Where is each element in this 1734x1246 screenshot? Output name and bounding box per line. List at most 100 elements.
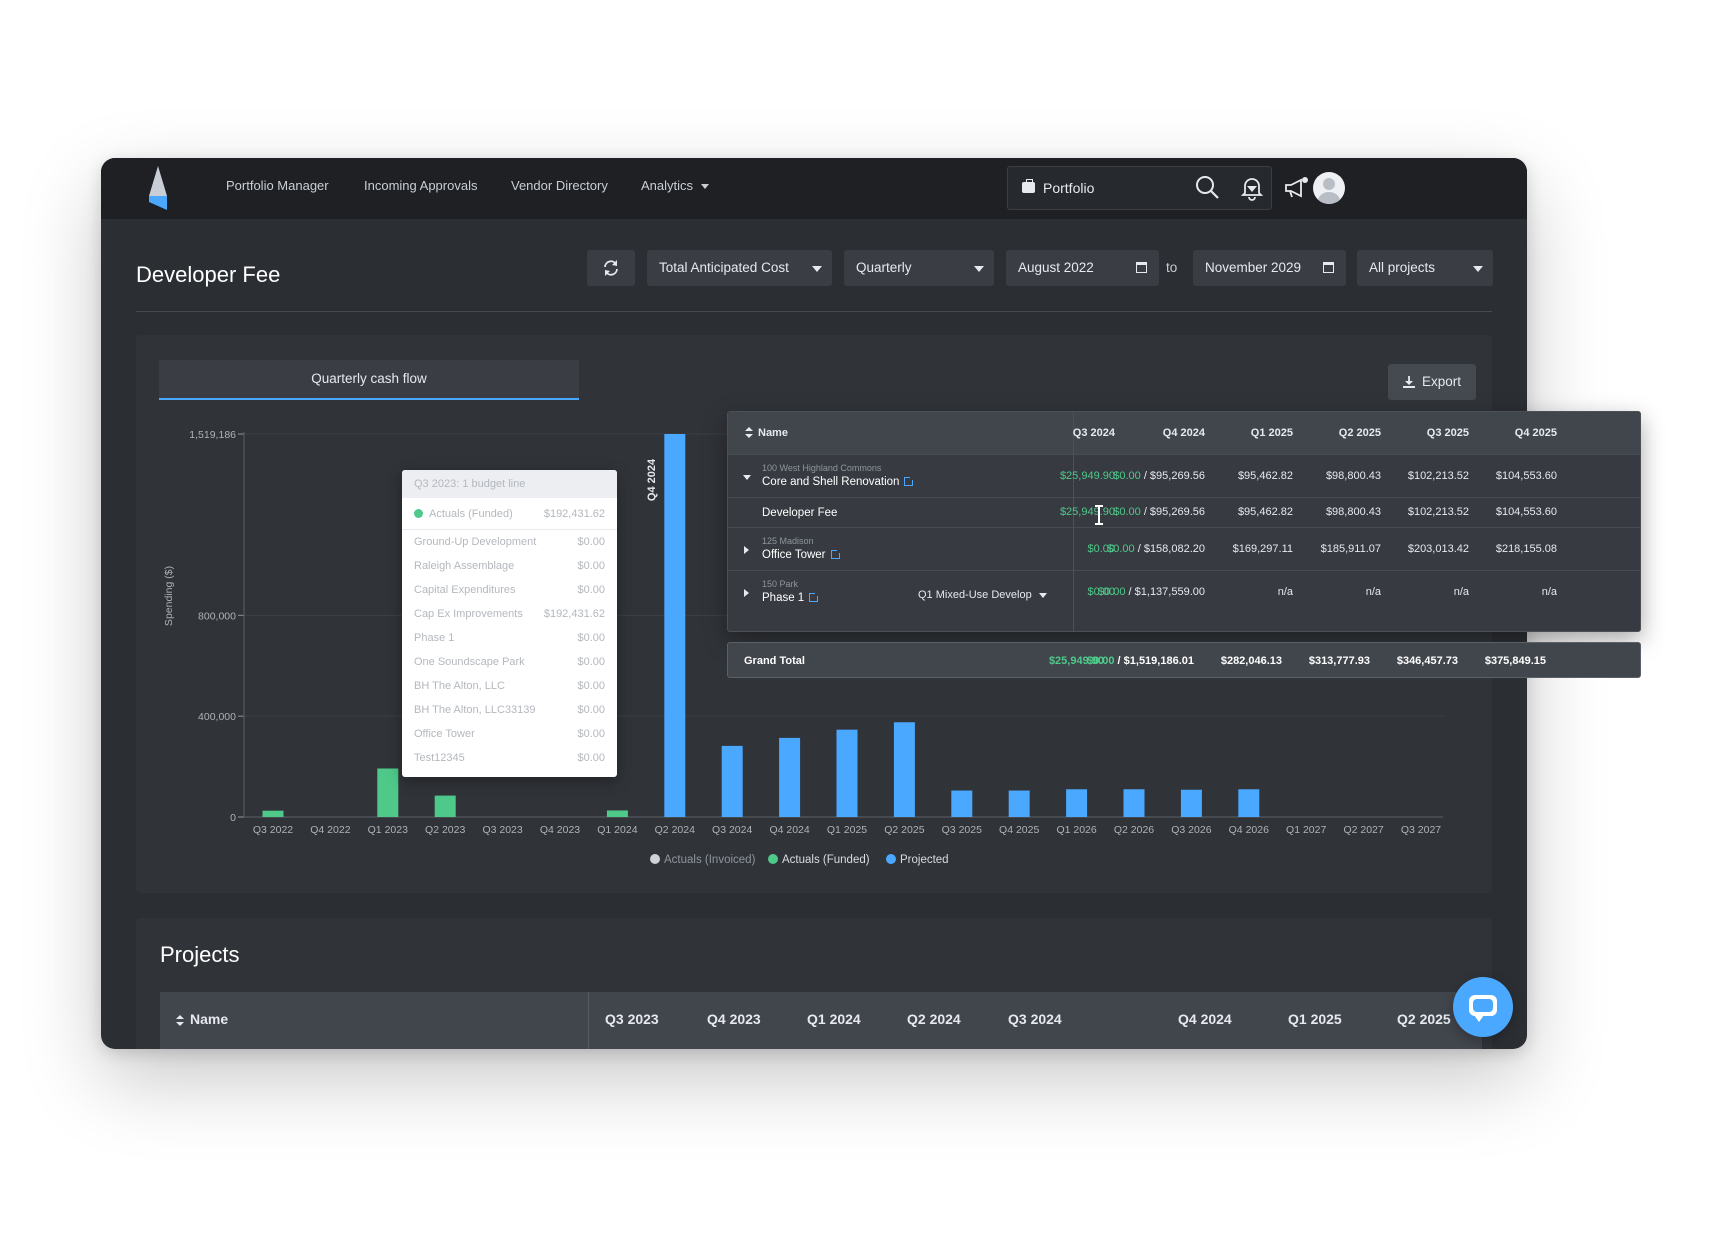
legend-dot-icon [886, 854, 896, 864]
bar-funded [606, 810, 628, 817]
tooltip-row-value: $0.00 [577, 560, 605, 572]
x-tick-label: Q3 2025 [942, 824, 982, 836]
tooltip-row-label: BH The Alton, LLC33139 [414, 704, 536, 716]
external-link-icon[interactable] [809, 592, 820, 602]
collapse-icon[interactable] [743, 474, 751, 480]
table-cell: n/a [1453, 586, 1469, 598]
table-row[interactable]: 125 Madison Office Tower $0.00 $0.00 / $158… [728, 527, 1640, 570]
cell-projected: / $95,269.56 [1140, 506, 1205, 518]
col-header[interactable]: Q1 2025 [1251, 412, 1293, 454]
x-tick-label: Q4 2025 [999, 824, 1039, 836]
tooltip-row: One Soundscape Park $0.00 [402, 650, 617, 674]
external-link-icon[interactable] [904, 476, 915, 486]
tooltip-row-label: Ground-Up Development [414, 536, 537, 548]
grand-total-q4-2025: $375,849.15 [1484, 655, 1546, 667]
legend-label: Actuals (Invoiced) [664, 854, 756, 866]
x-tick-label: Q1 2023 [368, 824, 408, 836]
expand-icon[interactable] [744, 545, 749, 554]
x-tick-label: Q4 2023 [540, 824, 580, 836]
sort-icon[interactable] [745, 427, 753, 438]
bar-highlight-label: Q4 2024 [646, 458, 658, 501]
table-cell: $0.00 / $1,137,559.00 [1098, 586, 1205, 598]
x-tick-label: Q4 2026 [1229, 824, 1269, 836]
bar-projected [836, 729, 858, 817]
col-header[interactable]: Q3 2024 [1073, 412, 1115, 454]
bar-projected [1180, 789, 1202, 817]
table-cell: $218,155.08 [1495, 542, 1557, 555]
col-header[interactable]: Q2 2025 [1339, 412, 1381, 454]
y-tick-label: 400,000 [198, 711, 236, 723]
x-tick-label: Q1 2027 [1286, 824, 1326, 836]
expand-icon[interactable] [744, 589, 749, 597]
export-button[interactable]: Export [1388, 364, 1476, 400]
row-name: Phase 1 [762, 592, 820, 604]
table-row[interactable]: Developer Fee $25,949.90 $0.00 / $95,269.5… [728, 497, 1640, 527]
bar-funded [262, 810, 284, 817]
row-subtitle: 125 Madison [762, 536, 814, 546]
tooltip-row-value: $0.00 [577, 728, 605, 740]
row-subtitle: 150 Park [762, 579, 799, 589]
table-cell: $102,213.52 [1407, 506, 1469, 518]
grand-total-row: Grand Total $25,949.90 $0.00 / $1,519,18… [727, 642, 1641, 678]
tooltip-row: BH The Alton, LLC33139 $0.00 [402, 698, 617, 722]
col-header[interactable]: Q4 2024 [1163, 412, 1205, 454]
funded-dot-icon [414, 509, 423, 518]
tooltip-row: Office Tower $0.00 [402, 722, 617, 746]
bar-funded [434, 795, 456, 817]
tooltip-row: Cap Ex Improvements $192,431.62 [402, 602, 617, 626]
budget-line-select[interactable]: Q1 Mixed-Use Develop [918, 589, 1047, 601]
table-cell: $98,800.43 [1325, 469, 1381, 482]
cell-funded: $0.00 [1113, 506, 1141, 518]
x-tick-label: Q3 2027 [1401, 824, 1441, 836]
table-cell: n/a [1365, 586, 1381, 598]
table-cell: $98,800.43 [1325, 506, 1381, 518]
table-cell: n/a [1541, 586, 1557, 598]
row-name: Developer Fee [762, 507, 837, 519]
tooltip-row: Capital Expenditures $0.00 [402, 578, 617, 602]
table-cell: $95,462.82 [1237, 469, 1293, 482]
grand-total-q3-2025: $346,457.73 [1396, 655, 1458, 667]
external-link-icon[interactable] [830, 549, 841, 559]
bar-projected [1066, 789, 1088, 817]
table-cell: $25,949.90 [1059, 506, 1115, 518]
y-axis-label: Spending ($) [163, 566, 175, 626]
tooltip-row: Ground-Up Development $0.00 [402, 530, 617, 554]
x-tick-label: Q4 2024 [769, 824, 809, 836]
table-row[interactable]: 150 Park Phase 1 Q1 Mixed-Use Develop $0.00… [728, 570, 1640, 614]
legend-label: Actuals (Funded) [782, 854, 870, 866]
table-cell: $169,297.11 [1232, 542, 1293, 555]
col-header[interactable]: Q4 2025 [1515, 412, 1557, 454]
cell-projected: / $95,269.56 [1140, 469, 1205, 482]
grand-total-q4-funded: $0.00 [1086, 655, 1115, 667]
tooltip-row-label: Phase 1 [414, 632, 455, 644]
table-cell: $0.00 / $95,269.56 [1113, 470, 1205, 482]
chat-button[interactable] [1453, 977, 1513, 1037]
row-name: Core and Shell Renovation [762, 476, 915, 488]
col-name[interactable]: Name [758, 412, 788, 454]
chart-tooltip: Q3 2023: 1 budget line Actuals (Funded) … [402, 470, 617, 777]
table-row[interactable]: 100 West Highland Commons Core and Shell … [728, 454, 1640, 497]
table-cell: $185,911.07 [1320, 542, 1381, 555]
bar-projected [664, 434, 686, 817]
x-tick-label: Q3 2026 [1171, 824, 1211, 836]
x-tick-label: Q1 2024 [597, 824, 637, 836]
x-tick-label: Q2 2027 [1343, 824, 1383, 836]
col-header[interactable]: Q3 2025 [1427, 412, 1469, 454]
grand-total-q4-projected: / $1,519,186.01 [1114, 655, 1194, 667]
tooltip-row-value: $0.00 [577, 704, 605, 716]
x-tick-label: Q2 2025 [884, 824, 924, 836]
tooltip-row: Raleigh Assemblage $0.00 [402, 554, 617, 578]
tooltip-row-value: $0.00 [577, 584, 605, 596]
x-tick-label: Q4 2022 [310, 824, 350, 836]
tooltip-row-label: BH The Alton, LLC [414, 680, 505, 692]
y-tick-label: 0 [230, 812, 236, 824]
row-name-text: Phase 1 [762, 592, 805, 604]
text-cursor-icon [1095, 505, 1103, 525]
tooltip-title: Q3 2023: 1 budget line [402, 470, 617, 498]
tooltip-row: BH The Alton, LLC $0.00 [402, 674, 617, 698]
table-cell: n/a [1277, 586, 1293, 598]
table-cell: $104,553.60 [1495, 506, 1557, 518]
x-tick-label: Q1 2025 [827, 824, 867, 836]
tooltip-row-value: $192,431.62 [543, 608, 605, 620]
x-tick-label: Q3 2024 [712, 824, 752, 836]
